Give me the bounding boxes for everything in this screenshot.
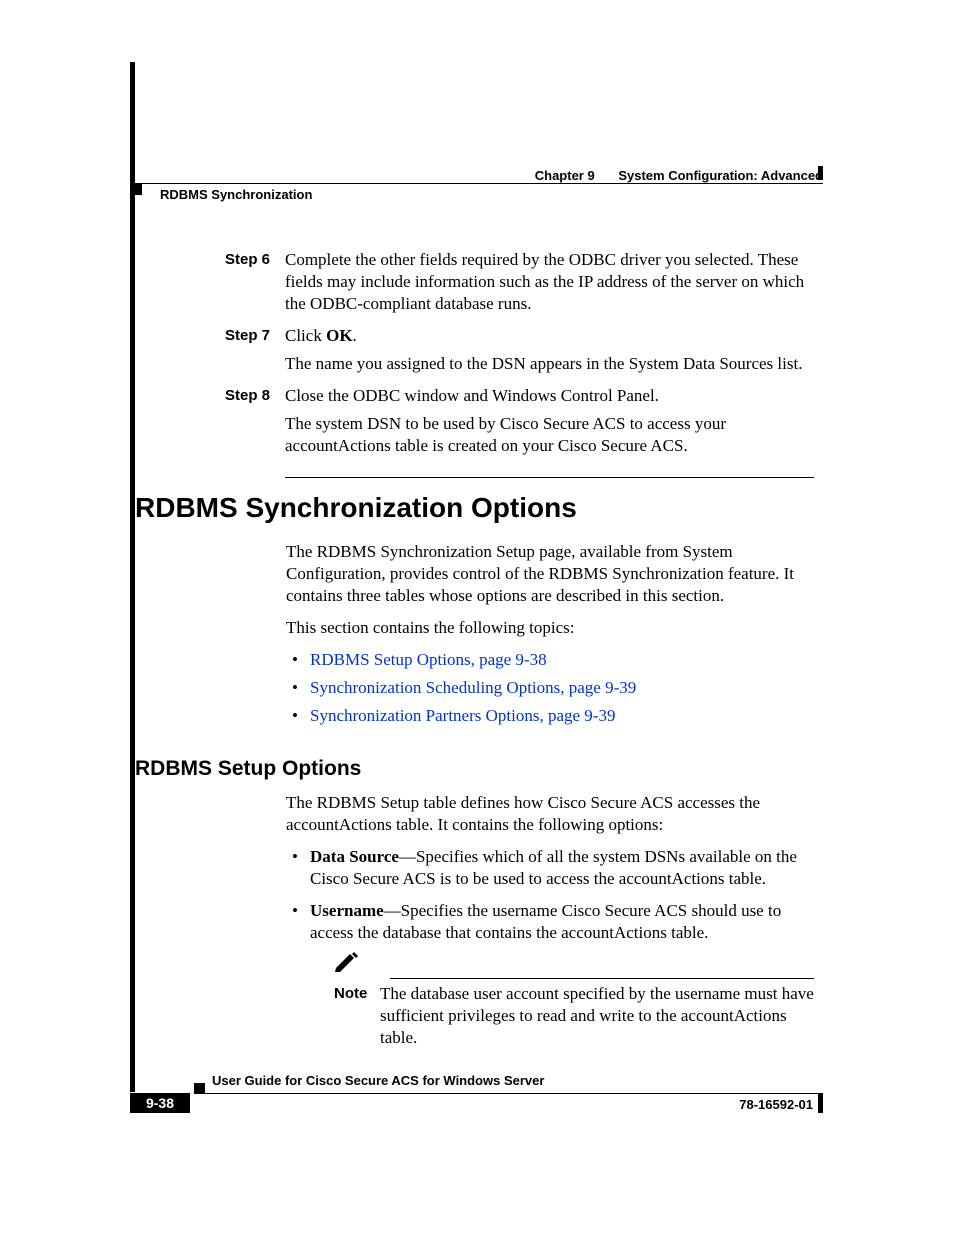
options-list: Data Source—Specifies which of all the s… — [286, 846, 814, 1049]
step-label: Step 6 — [225, 249, 285, 321]
step-text: Close the ODBC window and Windows Contro… — [285, 385, 814, 407]
toc-item: Synchronization Partners Options, page 9… — [286, 705, 814, 727]
note-label: Note — [334, 983, 380, 1049]
note-text: The database user account specified by t… — [380, 983, 814, 1049]
step-text: Complete the other fields required by th… — [285, 249, 814, 315]
running-header: Chapter 9 System Configuration: Advanced — [130, 168, 823, 183]
toc-link[interactable]: RDBMS Setup Options, page 9-38 — [310, 650, 547, 669]
steps-end-rule — [285, 477, 814, 478]
header-rule — [130, 183, 823, 184]
setup-intro: The RDBMS Setup table defines how Cisco … — [286, 792, 814, 836]
pen-icon — [334, 952, 390, 978]
step-row: Step 7 Click OK. The name you assigned t… — [225, 325, 814, 381]
section-label: RDBMS Synchronization — [160, 187, 312, 202]
step-text: Click OK. — [285, 325, 814, 347]
chapter-title: System Configuration: Advanced — [618, 168, 823, 183]
intro-para: The RDBMS Synchronization Setup page, av… — [286, 541, 814, 607]
toc-link[interactable]: Synchronization Partners Options, page 9… — [310, 706, 615, 725]
footer-rule — [194, 1093, 823, 1094]
option-item: Data Source—Specifies which of all the s… — [286, 846, 814, 890]
toc-item: RDBMS Setup Options, page 9-38 — [286, 649, 814, 671]
footer-spine — [130, 62, 135, 1092]
toc-link[interactable]: Synchronization Scheduling Options, page… — [310, 678, 636, 697]
heading-2: RDBMS Setup Options — [135, 757, 361, 781]
step-body: Click OK. The name you assigned to the D… — [285, 325, 814, 381]
step-text: The name you assigned to the DSN appears… — [285, 353, 814, 375]
step-body: Complete the other fields required by th… — [285, 249, 814, 321]
doc-number: 78-16592-01 — [739, 1097, 813, 1112]
option-term: Data Source — [310, 847, 399, 866]
steps-block: Step 6 Complete the other fields require… — [225, 249, 814, 478]
step-body: Close the ODBC window and Windows Contro… — [285, 385, 814, 463]
intro-para: This section contains the following topi… — [286, 617, 814, 639]
setup-block: The RDBMS Setup table defines how Cisco … — [286, 792, 814, 1059]
toc-item: Synchronization Scheduling Options, page… — [286, 677, 814, 699]
footer-title: User Guide for Cisco Secure ACS for Wind… — [212, 1073, 544, 1088]
note-block: Note The database user account specified… — [334, 952, 814, 1049]
option-item: Username—Specifies the username Cisco Se… — [286, 900, 814, 1049]
intro-block: The RDBMS Synchronization Setup page, av… — [286, 541, 814, 733]
header-tick-right — [818, 166, 823, 180]
note-rule — [390, 978, 814, 979]
step-text: The system DSN to be used by Cisco Secur… — [285, 413, 814, 457]
step-row: Step 6 Complete the other fields require… — [225, 249, 814, 321]
footer-tick-right — [818, 1093, 823, 1113]
step-label: Step 7 — [225, 325, 285, 381]
page: Chapter 9 System Configuration: Advanced… — [0, 0, 954, 1235]
chapter-number: Chapter 9 — [535, 168, 595, 183]
option-term: Username — [310, 901, 384, 920]
page-number-box: 9-38 — [130, 1093, 190, 1113]
heading-1: RDBMS Synchronization Options — [135, 492, 577, 524]
step-label: Step 8 — [225, 385, 285, 463]
toc-list: RDBMS Setup Options, page 9-38 Synchroni… — [286, 649, 814, 727]
step-row: Step 8 Close the ODBC window and Windows… — [225, 385, 814, 463]
footer: User Guide for Cisco Secure ACS for Wind… — [130, 1073, 823, 1091]
